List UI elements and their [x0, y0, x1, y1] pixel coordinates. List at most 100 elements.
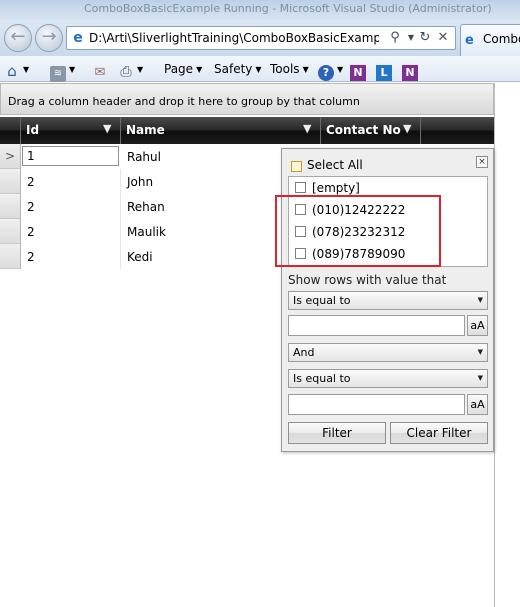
- refresh-icon[interactable]: ↻: [417, 30, 433, 46]
- header-indent-cell: [0, 117, 21, 144]
- filter-funnel-icon[interactable]: ▼: [303, 123, 313, 135]
- grid-header: Id ▼ Name ▼ Contact No ▼: [0, 117, 494, 144]
- help-icon: ?: [318, 65, 334, 81]
- column-header-id[interactable]: Id ▼: [21, 117, 121, 144]
- feeds-button[interactable]: ≋ ▼: [50, 60, 76, 82]
- show-rows-label: Show rows with value that: [288, 273, 447, 287]
- list-item[interactable]: [empty]: [289, 177, 487, 199]
- id-cell[interactable]: 2: [21, 194, 121, 219]
- onenote-icon: N: [402, 65, 418, 81]
- back-arrow-icon: ←: [10, 26, 26, 47]
- forward-arrow-icon: →: [41, 26, 57, 47]
- operator-2-value: Is equal to: [293, 372, 351, 385]
- safety-menu[interactable]: Safety ▼: [214, 60, 262, 78]
- logical-operator-select[interactable]: And ▼: [288, 343, 488, 362]
- row-indicator[interactable]: [0, 194, 21, 219]
- value-checkbox[interactable]: [295, 226, 306, 237]
- back-button[interactable]: ←: [4, 24, 32, 52]
- column-header-label: Name: [126, 123, 165, 137]
- select-all-label[interactable]: Select All: [307, 158, 363, 172]
- filter-funnel-icon[interactable]: ▼: [403, 123, 413, 135]
- list-item[interactable]: (010)12422222: [289, 199, 487, 221]
- operator-2-select[interactable]: Is equal to ▼: [288, 369, 488, 388]
- column-header-contact-no[interactable]: Contact No ▼: [321, 117, 421, 144]
- match-case-2-button[interactable]: aA: [467, 394, 488, 415]
- forward-button[interactable]: →: [35, 24, 63, 52]
- stop-icon[interactable]: ✕: [435, 30, 451, 46]
- chevron-down-icon: ▼: [196, 65, 203, 74]
- operator-1-select[interactable]: Is equal to ▼: [288, 291, 488, 310]
- list-item[interactable]: (089)78789090: [289, 243, 487, 265]
- value-checkbox[interactable]: [295, 248, 306, 259]
- navigation-bar: ← → e D:\Arti\SliverlightTraining\ComboB…: [0, 20, 520, 56]
- id-cell[interactable]: 2: [21, 244, 121, 269]
- window-title-bar: ComboBoxBasicExample Running - Microsoft…: [0, 0, 520, 20]
- filter-value-1-input[interactable]: [288, 315, 465, 336]
- chevron-down-icon: ▼: [255, 65, 262, 74]
- address-bar[interactable]: e D:\Arti\SliverlightTraining\ComboBoxBa…: [66, 26, 456, 50]
- search-icon[interactable]: ⚲: [387, 30, 403, 46]
- column-filter-popup: Select All × [empty] (010)12422222 (078)…: [281, 148, 494, 452]
- row-indicator[interactable]: [0, 169, 21, 194]
- page-menu-label: Page: [164, 62, 194, 76]
- row-indicator[interactable]: [0, 244, 21, 269]
- value-checkbox[interactable]: [295, 204, 306, 215]
- operator-1-value: Is equal to: [293, 294, 351, 307]
- tools-menu-label: Tools: [270, 62, 300, 76]
- distinct-values-list[interactable]: [empty] (010)12422222 (078)23232312 (089…: [288, 176, 488, 267]
- list-item[interactable]: (078)23232312: [289, 221, 487, 243]
- chevron-down-icon: ▼: [477, 296, 483, 304]
- read-mail-button[interactable]: ✉: [92, 60, 108, 80]
- group-by-panel[interactable]: Drag a column header and drop it here to…: [0, 83, 494, 115]
- value-label: (010)12422222: [312, 203, 406, 217]
- value-label: (078)23232312: [312, 225, 406, 239]
- clear-filter-button[interactable]: Clear Filter: [390, 422, 488, 444]
- ie-page-icon: e: [73, 30, 83, 46]
- match-case-1-button[interactable]: aA: [467, 315, 488, 336]
- close-icon[interactable]: ×: [476, 156, 488, 168]
- tools-menu[interactable]: Tools ▼: [270, 60, 309, 78]
- home-icon: ⌂: [7, 62, 17, 80]
- id-cell-editor[interactable]: 1: [22, 146, 119, 166]
- chevron-down-icon: ▼: [337, 65, 344, 74]
- select-all-checkbox[interactable]: [291, 161, 302, 172]
- chevron-down-icon: ▼: [477, 374, 483, 382]
- filter-funnel-icon[interactable]: ▼: [103, 123, 113, 135]
- page-menu[interactable]: Page ▼: [164, 60, 202, 78]
- tab-label: Combo: [483, 32, 520, 46]
- home-button[interactable]: ⌂ ▼: [4, 60, 30, 80]
- chevron-down-icon: ▼: [477, 348, 483, 356]
- chevron-down-icon: ▼: [23, 65, 30, 74]
- mail-icon: ✉: [94, 65, 106, 80]
- column-header-label: Id: [26, 123, 40, 137]
- filter-value-2-input[interactable]: [288, 394, 465, 415]
- lync-button[interactable]: L: [376, 60, 392, 81]
- printer-icon: ⎙: [120, 64, 132, 80]
- id-cell[interactable]: 2: [21, 219, 121, 244]
- id-cell[interactable]: 2: [21, 169, 121, 194]
- logical-operator-value: And: [293, 346, 315, 359]
- rss-feed-icon: ≋: [50, 66, 66, 82]
- lync-icon: L: [376, 65, 392, 81]
- row-indicator[interactable]: [0, 219, 21, 244]
- value-label: [empty]: [312, 181, 360, 195]
- current-row-indicator-icon[interactable]: >: [0, 144, 21, 169]
- group-panel-hint: Drag a column header and drop it here to…: [8, 95, 360, 108]
- address-url[interactable]: D:\Arti\SliverlightTraining\ComboBoxBasi…: [89, 31, 379, 45]
- safety-menu-label: Safety: [214, 62, 253, 76]
- filter-button[interactable]: Filter: [288, 422, 386, 444]
- chevron-down-icon: ▼: [69, 65, 76, 74]
- help-button[interactable]: ? ▼: [318, 60, 344, 81]
- send-to-onenote-button[interactable]: N: [402, 60, 418, 81]
- value-label: (089)78789090: [312, 247, 406, 261]
- ie-tab-icon: e: [465, 33, 474, 48]
- onenote-button[interactable]: N: [350, 60, 366, 81]
- grid-right-border: [494, 83, 495, 607]
- value-checkbox[interactable]: [295, 182, 306, 193]
- command-bar: ⌂ ▼ ≋ ▼ ✉ ⎙ ▼ Page ▼ Safety ▼ Tools ▼ ? ▼ N L N: [0, 56, 520, 82]
- browser-tab[interactable]: e Combo: [460, 24, 520, 56]
- print-button[interactable]: ⎙ ▼: [118, 60, 144, 80]
- column-header-label: Contact No: [326, 123, 401, 137]
- column-header-name[interactable]: Name ▼: [121, 117, 321, 144]
- chevron-down-icon: ▼: [137, 65, 144, 74]
